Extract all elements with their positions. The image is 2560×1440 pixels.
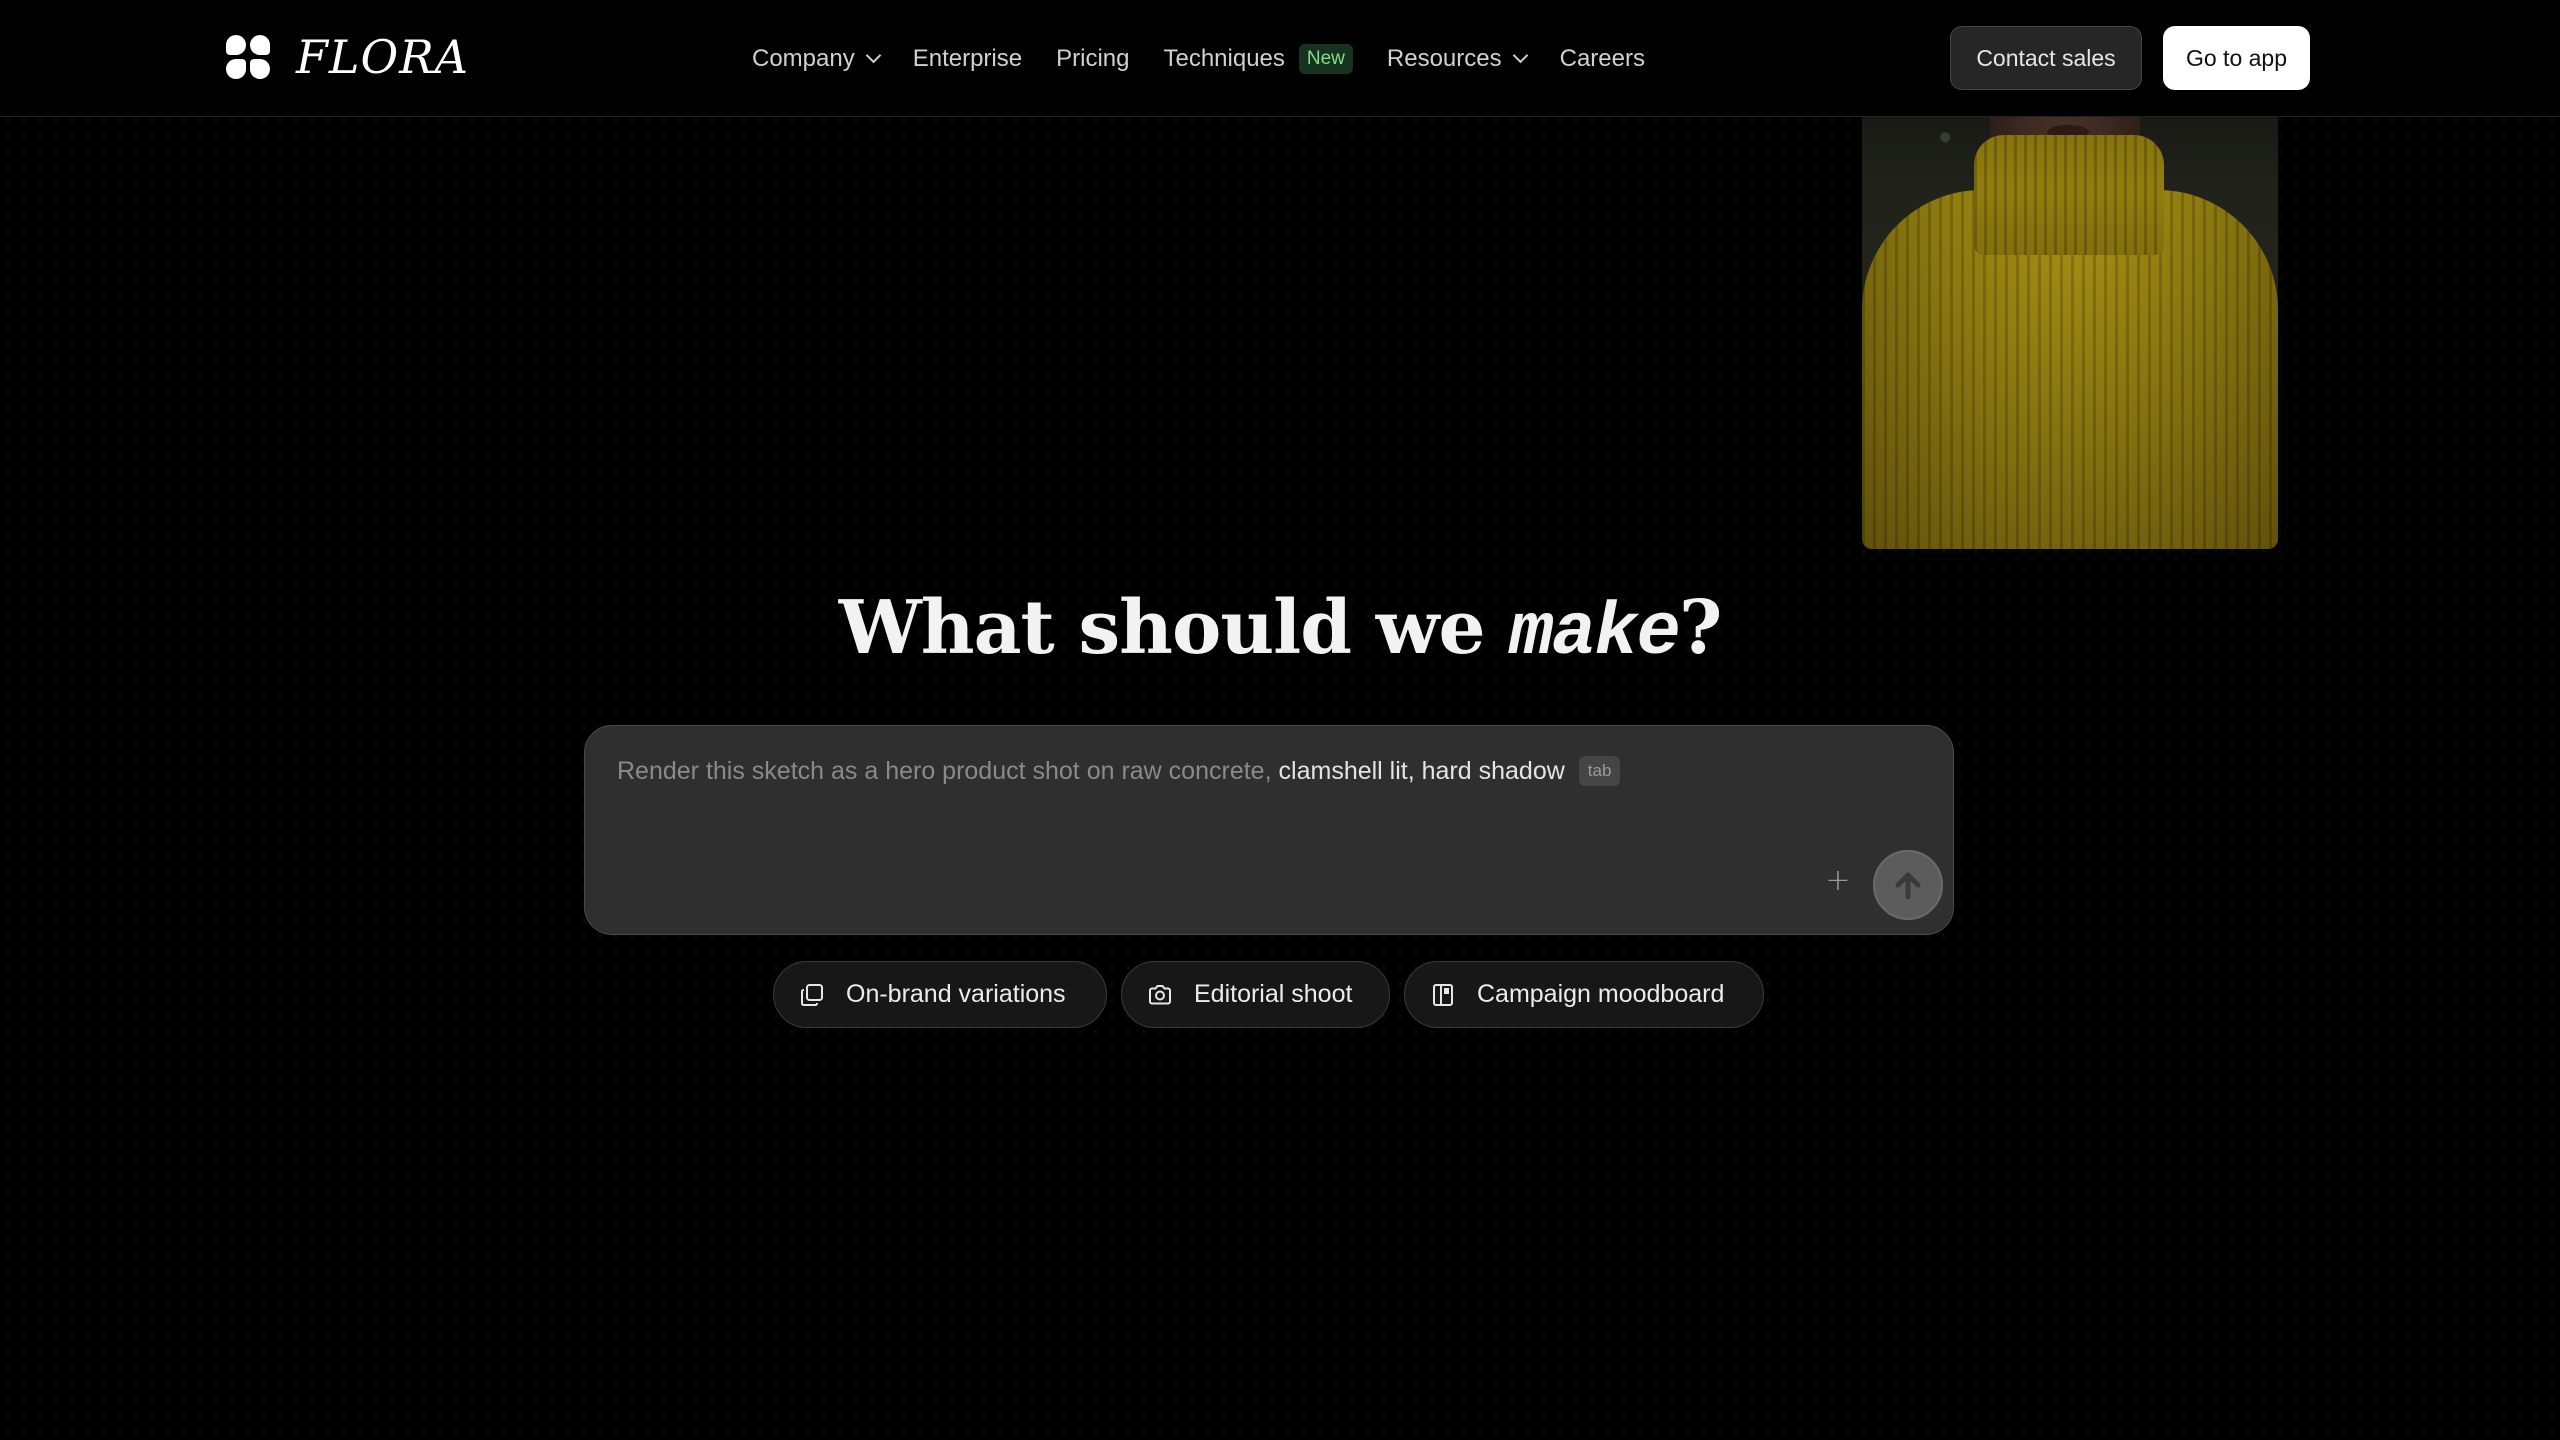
headline-suffix: ? <box>1678 585 1722 671</box>
chevron-down-icon <box>867 50 879 62</box>
prompt-placeholder: Render this sketch as a hero product sho… <box>617 756 1272 785</box>
nav-item-label: Techniques <box>1163 44 1285 72</box>
nav-item-company[interactable]: Company <box>752 45 879 73</box>
nav-item-pricing[interactable]: Pricing <box>1056 45 1129 73</box>
nav-item-careers[interactable]: Careers <box>1560 45 1645 73</box>
prompt-input[interactable]: Render this sketch as a hero product sho… <box>584 725 1954 935</box>
arrow-up-icon <box>1895 872 1921 900</box>
suggestion-label: Campaign moodboard <box>1477 980 1725 1008</box>
top-navbar: FLORA Company Enterprise Pricing Techniq… <box>0 0 2560 117</box>
nav-item-enterprise[interactable]: Enterprise <box>913 45 1022 73</box>
send-button[interactable] <box>1873 850 1943 920</box>
prompt-typed-text: clamshell lit, hard shadow <box>1278 756 1565 785</box>
suggestion-campaign-moodboard[interactable]: Campaign moodboard <box>1404 961 1764 1028</box>
tab-key-hint: tab <box>1578 756 1621 786</box>
nav-item-label: Enterprise <box>912 44 1023 72</box>
suggestion-editorial-shoot[interactable]: Editorial shoot <box>1121 961 1390 1028</box>
nav-item-resources[interactable]: Resources <box>1387 45 1526 73</box>
flora-four-petal-icon <box>226 35 270 79</box>
hero-headline: What should we make? <box>0 585 2560 676</box>
contact-sales-button[interactable]: Contact sales <box>1950 26 2142 90</box>
main-nav: Company Enterprise Pricing Techniques Ne… <box>752 0 1679 117</box>
nav-item-label: Pricing <box>1056 44 1130 72</box>
nav-item-label: Company <box>752 44 855 72</box>
headline-prefix: What should we <box>838 585 1510 671</box>
page: FLORA Company Enterprise Pricing Techniq… <box>0 0 2560 1440</box>
camera-icon <box>1146 981 1174 1009</box>
chevron-down-icon <box>1514 50 1526 62</box>
nav-item-techniques[interactable]: Techniques New <box>1163 43 1353 74</box>
headline-emphasis: make <box>1509 592 1681 676</box>
suggestion-label: Editorial shoot <box>1194 980 1353 1008</box>
suggestion-label: On-brand variations <box>846 980 1066 1008</box>
suggestion-on-brand-variations[interactable]: On-brand variations <box>773 961 1107 1028</box>
copy-stack-icon <box>798 981 826 1009</box>
prompt-text: Render this sketch as a hero product sho… <box>617 756 1621 786</box>
nav-item-label: Resources <box>1386 44 1502 72</box>
new-badge: New <box>1298 43 1353 74</box>
brand-wordmark: FLORA <box>296 30 470 84</box>
brand-logo[interactable]: FLORA <box>226 34 469 80</box>
go-to-app-button[interactable]: Go to app <box>2163 26 2310 90</box>
layout-grid-icon <box>1429 981 1457 1009</box>
nav-item-label: Careers <box>1559 44 1645 72</box>
plus-icon[interactable]: + <box>1823 866 1853 896</box>
